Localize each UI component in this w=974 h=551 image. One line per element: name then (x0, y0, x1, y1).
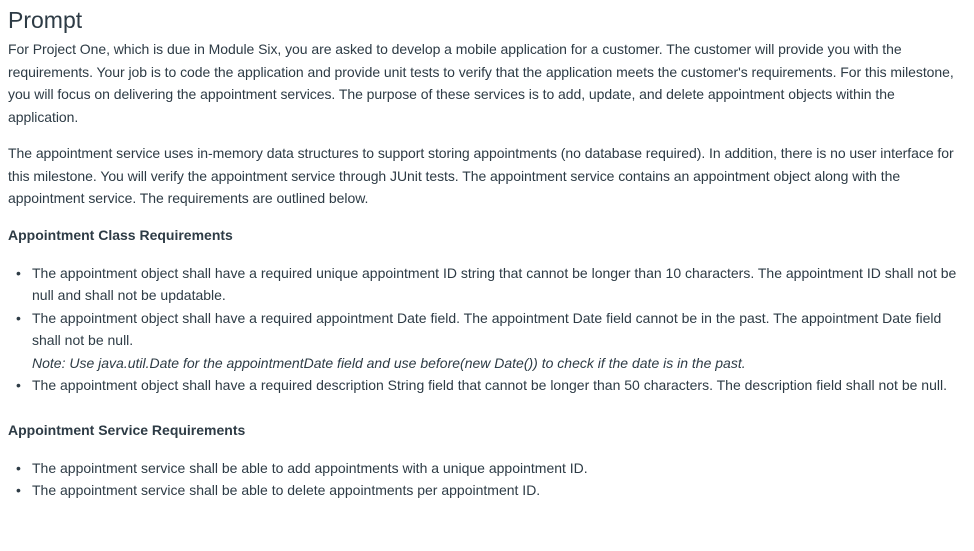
list-item-text: The appointment service shall be able to… (32, 482, 541, 498)
prompt-content: Prompt For Project One, which is due in … (0, 0, 974, 502)
intro-paragraph: For Project One, which is due in Module … (8, 41, 954, 125)
list-item: • The appointment object shall have a re… (16, 374, 966, 397)
section-heading-appointment-service: Appointment Service Requirements (8, 421, 246, 438)
list-item-text: The appointment service shall be able to… (32, 459, 588, 476)
bullet-icon: • (16, 459, 21, 476)
list-item-note: Note: Use java.util.Date for the appoint… (32, 354, 746, 371)
list-item: • The appointment service shall be able … (16, 457, 966, 480)
list-item: • The appointment object shall have a re… (16, 262, 966, 307)
appointment-class-requirements-list: • The appointment object shall have a re… (8, 262, 966, 397)
bullet-icon: • (16, 264, 21, 281)
list-item-text: The appointment object shall have a requ… (32, 309, 942, 349)
list-item-text: The appointment object shall have a requ… (32, 377, 947, 393)
section-heading-appointment-class: Appointment Class Requirements (8, 226, 233, 243)
appointment-service-requirements-list: • The appointment service shall be able … (8, 457, 966, 502)
list-item: • The appointment service shall be able … (16, 479, 966, 502)
bullet-icon: • (16, 309, 21, 326)
service-description-paragraph: The appointment service uses in-memory d… (8, 145, 954, 206)
page-title: Prompt (8, 7, 83, 33)
list-item: • The appointment object shall have a re… (16, 307, 966, 375)
list-item-text: The appointment object shall have a requ… (32, 264, 957, 304)
bullet-icon: • (16, 482, 21, 498)
bullet-icon: • (16, 377, 21, 393)
